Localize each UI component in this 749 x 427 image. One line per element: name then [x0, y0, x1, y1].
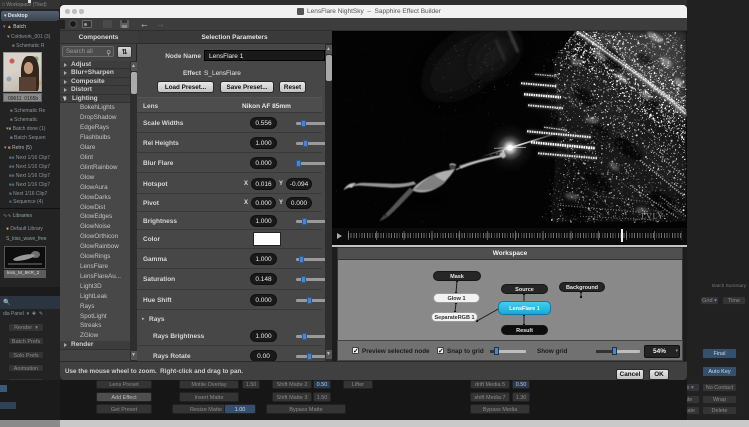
svg-text:LVLY: LVLY	[641, 210, 664, 220]
